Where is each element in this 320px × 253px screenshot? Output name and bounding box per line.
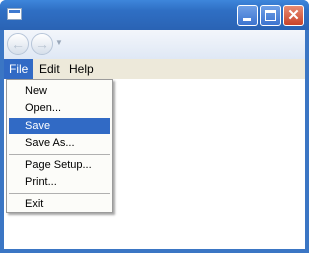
minimize-icon — [243, 18, 251, 21]
client-area: ← → ▼ File Edit Help New Open... Save Sa… — [4, 30, 305, 249]
window-app-icon[interactable] — [7, 8, 22, 20]
menu-edit[interactable]: Edit — [34, 59, 65, 79]
file-menu-dropdown: New Open... Save Save As... Page Setup..… — [6, 79, 113, 213]
title-bar[interactable]: ✕ — [0, 0, 309, 30]
menu-item-save[interactable]: Save — [9, 118, 110, 134]
application-window: ✕ ← → ▼ File Edit Help New Open... Save … — [0, 0, 309, 253]
close-icon: ✕ — [287, 7, 300, 24]
forward-arrow-icon: → — [35, 36, 49, 52]
menu-item-new[interactable]: New — [9, 83, 110, 99]
navigation-bar: ← → ▼ — [4, 30, 305, 59]
maximize-icon — [265, 10, 276, 21]
close-button[interactable]: ✕ — [283, 5, 304, 26]
minimize-button[interactable] — [237, 5, 258, 26]
forward-button[interactable]: → — [31, 33, 53, 55]
history-dropdown-icon[interactable]: ▼ — [55, 38, 63, 47]
menu-item-exit[interactable]: Exit — [9, 196, 110, 212]
menu-item-save-as[interactable]: Save As... — [9, 135, 110, 151]
maximize-button[interactable] — [260, 5, 281, 26]
menu-separator — [9, 154, 110, 155]
menu-bar: File Edit Help — [4, 59, 305, 79]
menu-item-print[interactable]: Print... — [9, 174, 110, 190]
menu-help[interactable]: Help — [64, 59, 99, 79]
menu-file[interactable]: File — [4, 59, 33, 79]
menu-item-page-setup[interactable]: Page Setup... — [9, 157, 110, 173]
menu-item-open[interactable]: Open... — [9, 100, 110, 116]
menu-separator — [9, 193, 110, 194]
back-arrow-icon: ← — [11, 36, 25, 52]
back-button[interactable]: ← — [7, 33, 29, 55]
